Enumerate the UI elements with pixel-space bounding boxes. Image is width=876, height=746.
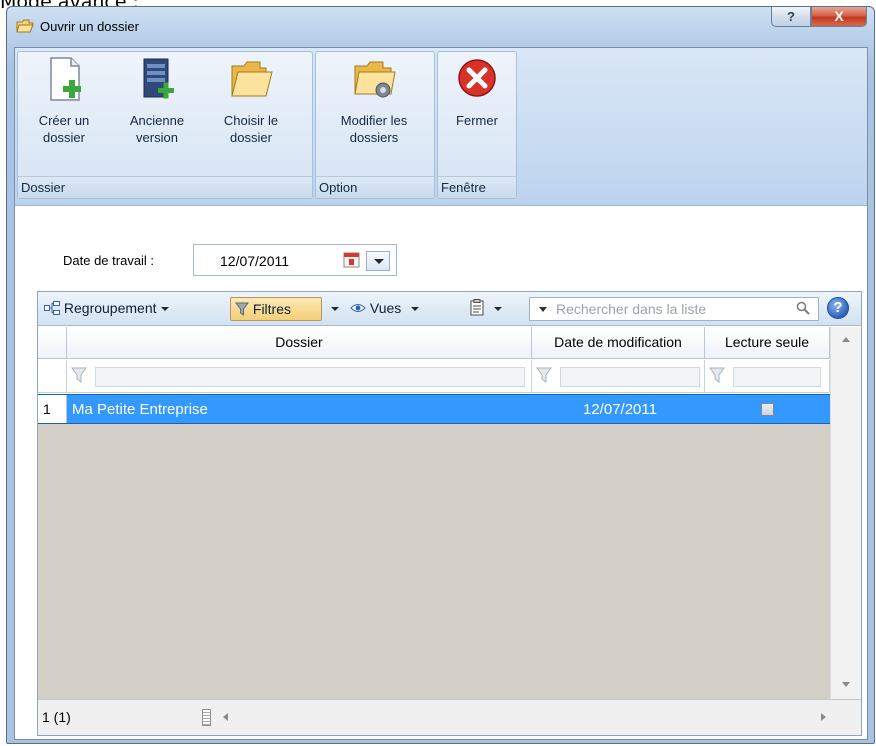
content-area: Date de travail : 12/07/2011 Regroupemen… <box>15 207 867 739</box>
grid-body: 1 Ma Petite Entreprise 12/07/2011 <box>38 394 830 699</box>
create-folder-line1: Créer un <box>38 113 90 128</box>
grid-toolbar: Regroupement Filtres Vues Rechercher dan… <box>38 292 861 326</box>
funnel-icon[interactable] <box>71 367 87 385</box>
choose-folder-button[interactable]: Choisir le dossier <box>208 56 294 146</box>
record-count: 1 (1) <box>42 709 71 725</box>
modify-folders-line2: dossiers <box>349 130 399 145</box>
help-icon[interactable]: ? <box>827 297 849 319</box>
row-number: 1 <box>38 395 67 423</box>
close-button[interactable]: X <box>811 7 867 27</box>
funnel-icon[interactable] <box>709 367 725 385</box>
hierarchy-icon <box>44 301 60 315</box>
folder-grid: Regroupement Filtres Vues Rechercher dan… <box>37 291 862 736</box>
help-button[interactable]: ? <box>771 7 811 27</box>
create-folder-line2: dossier <box>43 130 85 145</box>
chevron-down-icon <box>411 307 420 312</box>
search-input[interactable]: Rechercher dans la liste <box>529 297 819 321</box>
filter-input-readonly[interactable] <box>733 367 821 387</box>
close-window-button[interactable]: Fermer <box>442 56 512 129</box>
eye-icon <box>350 304 366 312</box>
row-number-header <box>38 327 67 359</box>
splitter-handle[interactable] <box>202 709 211 726</box>
server-plus-icon <box>143 58 174 99</box>
views-label: Vues <box>369 300 402 316</box>
ribbon-group-option: Modifier les dossiers Option <box>315 51 435 199</box>
date-dropdown-button[interactable] <box>366 251 390 271</box>
chevron-down-icon <box>493 307 502 312</box>
work-date-value[interactable]: 12/07/2011 <box>220 253 289 269</box>
old-version-line1: Ancienne <box>129 113 185 128</box>
close-button-label: X <box>834 8 844 24</box>
cell-date[interactable]: 12/07/2011 <box>583 401 657 418</box>
filter-cell-readonly <box>705 360 830 393</box>
modify-folders-button[interactable]: Modifier les dossiers <box>322 56 426 146</box>
ribbon-group-dossier: Créer un dossier Ancienne version Choisi… <box>17 51 313 199</box>
folder-gear-icon <box>354 61 396 98</box>
calendar-icon[interactable] <box>343 251 360 268</box>
filters-button[interactable]: Filtres <box>230 297 322 321</box>
old-version-button[interactable]: Ancienne version <box>114 56 200 146</box>
filter-cell-dossier <box>67 360 532 393</box>
filter-row-spacer <box>38 360 67 393</box>
ribbon-group-option-caption: Option <box>316 176 434 198</box>
scroll-up-icon[interactable] <box>842 337 850 342</box>
filter-cell-date <box>532 360 705 393</box>
column-header-dossier[interactable]: Dossier <box>67 327 532 359</box>
help-button-label: ? <box>787 9 795 24</box>
ribbon-group-fenetre-caption: Fenêtre <box>438 176 516 198</box>
export-button[interactable] <box>466 297 514 321</box>
filter-input-dossier[interactable] <box>95 367 525 387</box>
scroll-left-icon[interactable] <box>223 713 228 721</box>
column-header-readonly[interactable]: Lecture seule <box>705 327 830 359</box>
scroll-down-icon[interactable] <box>842 682 850 687</box>
work-date-label: Date de travail : <box>63 253 155 268</box>
read-only-checkbox[interactable] <box>761 403 774 416</box>
title-bar[interactable]: Ouvrir un dossier ? X <box>7 7 874 43</box>
grid-status-bar: 1 (1) <box>38 699 861 735</box>
chevron-down-icon <box>331 307 339 312</box>
work-date-field[interactable]: 12/07/2011 <box>193 244 397 276</box>
views-button[interactable]: Vues <box>346 297 454 321</box>
new-document-plus-icon <box>50 57 81 101</box>
ribbon-group-fenetre: Fermer Fenêtre <box>437 51 517 199</box>
choose-folder-line2: dossier <box>230 130 272 145</box>
filters-label: Filtres <box>252 301 292 317</box>
column-header-date[interactable]: Date de modification <box>532 327 705 359</box>
window-title: Ouvrir un dossier <box>40 19 139 34</box>
cell-dossier[interactable]: Ma Petite Entreprise <box>72 401 208 418</box>
clipboard-icon <box>470 299 484 316</box>
search-icon[interactable] <box>796 301 810 315</box>
filter-input-date[interactable] <box>560 367 700 387</box>
red-close-icon <box>458 59 496 97</box>
search-scope-dropdown-icon[interactable] <box>539 307 547 312</box>
grouping-button[interactable]: Regroupement <box>40 297 226 321</box>
search-placeholder: Rechercher dans la liste <box>556 301 707 317</box>
dialog-window: Ouvrir un dossier ? X Créer un dossier A… <box>6 6 875 744</box>
open-folder-icon <box>231 61 273 97</box>
chevron-down-icon <box>160 307 169 312</box>
window-client-area: Créer un dossier Ancienne version Choisi… <box>14 47 868 740</box>
ribbon-group-dossier-caption: Dossier <box>18 176 312 198</box>
close-window-label: Fermer <box>456 113 498 128</box>
grouping-label: Regroupement <box>63 300 157 316</box>
choose-folder-line1: Choisir le <box>223 113 279 128</box>
scroll-right-icon[interactable] <box>821 713 826 721</box>
old-version-line2: version <box>136 130 178 145</box>
folder-icon <box>16 19 34 33</box>
create-folder-button[interactable]: Créer un dossier <box>24 56 104 146</box>
vertical-scrollbar[interactable] <box>830 327 861 699</box>
ribbon: Créer un dossier Ancienne version Choisi… <box>15 48 867 206</box>
filters-dropdown[interactable] <box>325 297 339 321</box>
modify-folders-line1: Modifier les <box>340 113 408 128</box>
funnel-icon <box>235 302 249 316</box>
table-row[interactable]: 1 Ma Petite Entreprise 12/07/2011 <box>38 394 830 424</box>
funnel-icon[interactable] <box>536 367 552 385</box>
